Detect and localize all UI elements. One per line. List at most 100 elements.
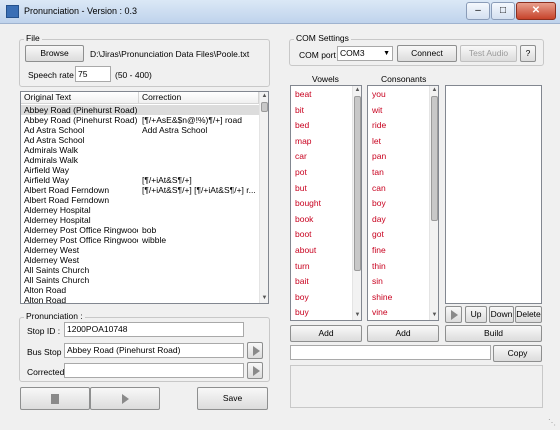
stop-button[interactable] xyxy=(20,387,90,410)
consonants-list[interactable]: you wit ride let pan tan can boy day got fine thin s… xyxy=(367,85,439,321)
consonant-item[interactable]: pan xyxy=(372,149,386,164)
copy-button[interactable]: Copy xyxy=(493,345,542,362)
table-row[interactable]: Ad Astra School xyxy=(21,135,259,145)
stop-id-field[interactable]: 1200POA10748 xyxy=(64,322,244,337)
consonant-item[interactable]: sin xyxy=(372,274,383,289)
browse-button[interactable]: Browse xyxy=(25,45,84,62)
scroll-down-icon[interactable]: ▼ xyxy=(260,294,268,303)
minimize-button[interactable]: – xyxy=(466,2,490,20)
maximize-button[interactable]: □ xyxy=(491,2,515,20)
consonant-item[interactable]: tan xyxy=(372,165,384,180)
consonant-item[interactable]: ride xyxy=(372,118,386,133)
vowel-item[interactable]: bait xyxy=(295,274,309,289)
vowel-item[interactable]: bought xyxy=(295,196,321,211)
consonant-item[interactable]: thin xyxy=(372,259,386,274)
header-correction[interactable]: Correction xyxy=(139,92,259,104)
down-button[interactable]: Down xyxy=(489,306,514,323)
consonant-item[interactable]: can xyxy=(372,181,386,196)
help-button[interactable]: ? xyxy=(520,45,536,62)
vowels-scrollbar[interactable]: ▲ ▼ xyxy=(352,86,361,320)
table-row[interactable]: Alderney West xyxy=(21,255,259,265)
table-row[interactable]: Admirals Walk xyxy=(21,145,259,155)
build-button[interactable]: Build xyxy=(445,325,542,342)
vowels-header: Vowels xyxy=(312,74,339,84)
table-row[interactable]: Alderney Hospital xyxy=(21,205,259,215)
close-button[interactable]: ✕ xyxy=(516,2,556,20)
consonant-item[interactable]: you xyxy=(372,87,386,102)
play-button[interactable] xyxy=(90,387,160,410)
consonant-item[interactable]: wit xyxy=(372,103,382,118)
vowel-item[interactable]: bit xyxy=(295,103,304,118)
table-row[interactable]: Albert Road Ferndown [¶/+iAt&S¶/+] [¶/+iA… xyxy=(21,185,259,195)
connect-button[interactable]: Connect xyxy=(397,45,457,62)
table-row[interactable]: Abbey Road (Pinehurst Road) xyxy=(21,105,259,115)
table-row[interactable]: Abbey Road (Pinehurst Road),... [¶/+AsE&$… xyxy=(21,115,259,125)
stop-id-label: Stop ID : xyxy=(27,326,61,336)
scroll-up-icon[interactable]: ▲ xyxy=(430,86,438,95)
add-consonant-button[interactable]: Add xyxy=(367,325,439,342)
vowel-item[interactable]: boot xyxy=(295,227,312,242)
builder-play-button[interactable] xyxy=(445,306,462,323)
vowel-item[interactable]: car xyxy=(295,149,307,164)
consonant-item[interactable]: shine xyxy=(372,290,392,305)
table-row[interactable]: All Saints Church xyxy=(21,275,259,285)
save-button[interactable]: Save xyxy=(197,387,268,410)
play-corrected-button[interactable] xyxy=(247,362,263,379)
table-row[interactable]: Airfield Way xyxy=(21,165,259,175)
file-group-label: File xyxy=(24,33,42,43)
entries-list[interactable]: Original Text Correction Abbey Road (Pin… xyxy=(20,91,269,304)
up-button[interactable]: Up xyxy=(465,306,487,323)
bus-stop-field[interactable]: Abbey Road (Pinehurst Road) xyxy=(64,343,244,358)
table-row[interactable]: Alderney Post Office Ringwood... wibble xyxy=(21,235,259,245)
vowel-item[interactable]: map xyxy=(295,134,312,149)
delete-button[interactable]: Delete xyxy=(515,306,542,323)
scroll-thumb[interactable] xyxy=(261,102,268,112)
consonant-item[interactable]: boy xyxy=(372,196,386,211)
header-original-text[interactable]: Original Text xyxy=(21,92,139,104)
consonant-item[interactable]: fine xyxy=(372,243,386,258)
add-vowel-button[interactable]: Add xyxy=(290,325,362,342)
vowel-item[interactable]: about xyxy=(295,243,316,258)
table-row[interactable]: Alderney Post Office Ringwood... bob xyxy=(21,225,259,235)
resize-grip-icon[interactable]: ⋱ xyxy=(548,418,558,428)
table-row[interactable]: Alton Road xyxy=(21,295,259,304)
play-bus-stop-button[interactable] xyxy=(247,342,263,359)
test-audio-button[interactable]: Test Audio xyxy=(460,45,517,62)
table-row[interactable]: Alton Road xyxy=(21,285,259,295)
vowel-item[interactable]: pot xyxy=(295,165,307,180)
original-text-cell: Alton Road xyxy=(24,295,67,304)
scroll-down-icon[interactable]: ▼ xyxy=(353,311,361,320)
table-row[interactable]: Airfield Way [¶/+iAt&S¶/+] xyxy=(21,175,259,185)
table-row[interactable]: Admirals Walk xyxy=(21,155,259,165)
vowel-item[interactable]: turn xyxy=(295,259,310,274)
phoneme-builder-list[interactable] xyxy=(445,85,542,304)
vowels-list[interactable]: beat bit bed map car pot but bought book boot abou… xyxy=(290,85,362,321)
table-row[interactable]: Albert Road Ferndown xyxy=(21,195,259,205)
scroll-up-icon[interactable]: ▲ xyxy=(260,92,268,101)
com-port-select[interactable]: COM3 ▼ xyxy=(337,46,393,61)
corrected-field[interactable] xyxy=(64,363,244,378)
scroll-up-icon[interactable]: ▲ xyxy=(353,86,361,95)
consonant-item[interactable]: day xyxy=(372,212,386,227)
scroll-down-icon[interactable]: ▼ xyxy=(430,311,438,320)
com-port-label: COM port : xyxy=(299,50,341,60)
build-output-field[interactable] xyxy=(290,345,491,360)
scroll-thumb[interactable] xyxy=(354,96,361,271)
vowel-item[interactable]: boy xyxy=(295,290,309,305)
consonant-item[interactable]: got xyxy=(372,227,384,242)
consonant-item[interactable]: vine xyxy=(372,305,388,320)
table-row[interactable]: Ad Astra School Add Astra School xyxy=(21,125,259,135)
list-scrollbar[interactable]: ▲ ▼ xyxy=(259,92,268,303)
table-row[interactable]: Alderney West xyxy=(21,245,259,255)
table-row[interactable]: All Saints Church xyxy=(21,265,259,275)
vowel-item[interactable]: book xyxy=(295,212,313,227)
table-row[interactable]: Alderney Hospital xyxy=(21,215,259,225)
vowel-item[interactable]: bed xyxy=(295,118,309,133)
speech-rate-input[interactable]: 75 xyxy=(75,66,111,82)
consonants-scrollbar[interactable]: ▲ ▼ xyxy=(429,86,438,320)
consonant-item[interactable]: let xyxy=(372,134,381,149)
vowel-item[interactable]: buy xyxy=(295,305,309,320)
scroll-thumb[interactable] xyxy=(431,96,438,221)
vowel-item[interactable]: but xyxy=(295,181,307,196)
vowel-item[interactable]: beat xyxy=(295,87,312,102)
